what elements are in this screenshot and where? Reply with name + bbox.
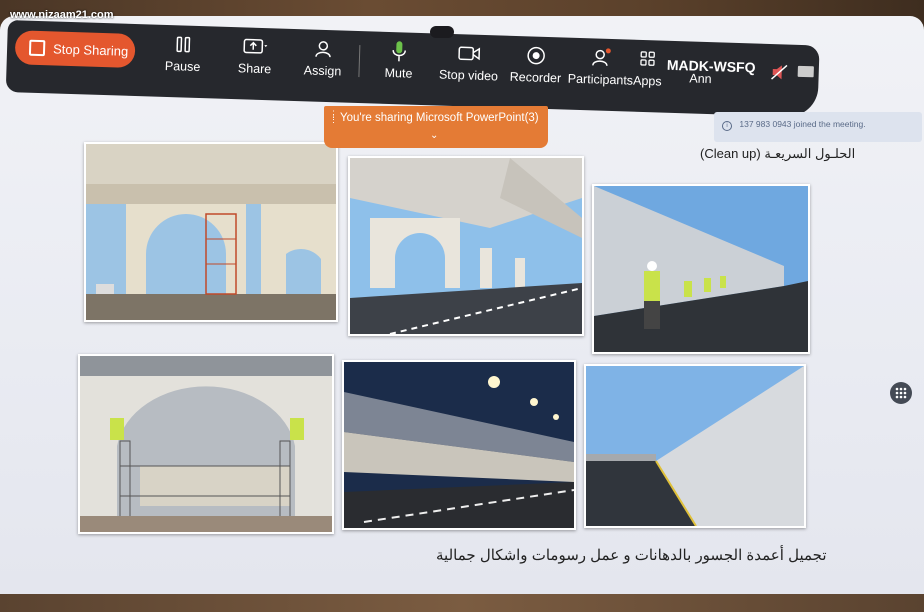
video-camera-icon	[431, 41, 508, 65]
assign-button[interactable]: Assign	[290, 37, 355, 79]
recorder-label: Recorder	[509, 69, 562, 86]
share-screen-icon	[223, 35, 288, 59]
apps-button[interactable]: Apps	[622, 47, 673, 89]
screen-icon[interactable]	[796, 65, 815, 85]
pause-label: Pause	[164, 58, 201, 75]
photo-long-wall	[584, 364, 806, 528]
share-label: Share	[237, 61, 272, 77]
stop-sharing-button[interactable]: Stop Sharing	[14, 30, 136, 68]
sharing-banner[interactable]: ⋮ ⋮ You're sharing Microsoft PowerPoint(3…	[324, 106, 548, 148]
join-notification: i 137 983 0943 joined the meeting.	[714, 112, 922, 142]
chevron-down-icon[interactable]: ⌄	[430, 130, 438, 141]
photo-wall-workers	[592, 184, 810, 354]
join-notification-text: 137 983 0943 joined the meeting.	[739, 119, 866, 129]
pause-button[interactable]: Pause	[150, 33, 215, 75]
info-icon: i	[722, 121, 732, 131]
photo-bridge-underpass	[348, 156, 584, 336]
sharing-banner-text: You're sharing Microsoft PowerPoint(3)	[340, 112, 539, 124]
watermark: www.nizaam21.com	[10, 9, 114, 21]
slide-title: الحلـول السريعـة (Clean up)	[700, 146, 856, 161]
monitor-frame-bottom	[0, 594, 924, 612]
drag-handle-icon[interactable]: ⋮ ⋮	[329, 110, 338, 124]
stop-sharing-label: Stop Sharing	[52, 40, 129, 59]
assign-label: Assign	[303, 63, 342, 79]
muted-speaker-icon[interactable]	[770, 64, 789, 86]
grid-dots-icon	[895, 387, 907, 399]
toolbar-divider	[358, 45, 361, 78]
mute-label: Mute	[384, 65, 413, 81]
stop-video-button[interactable]: Stop video	[430, 41, 507, 83]
mute-button[interactable]: Mute	[366, 39, 431, 81]
photo-arch-painting	[78, 354, 334, 534]
pause-icon	[151, 33, 216, 57]
meeting-toolbar: Stop Sharing Pause Share Assign Mute Sto…	[5, 20, 820, 118]
slide-caption: تجميل أعمدة الجسور بالدهانات و عمل رسوما…	[436, 547, 827, 564]
microphone-icon	[367, 39, 432, 63]
presentation-screen: Stop Sharing Pause Share Assign Mute Sto…	[0, 16, 924, 596]
camera-notch	[430, 26, 454, 38]
floating-grid-button[interactable]	[890, 382, 912, 404]
share-button[interactable]: Share	[222, 35, 287, 77]
meeting-id: MADK-WSFQ	[666, 56, 756, 76]
stop-square-icon	[28, 39, 46, 57]
photo-bridge-arches	[84, 142, 338, 322]
apps-label: Apps	[632, 73, 662, 89]
photo-bridge-night	[342, 360, 576, 530]
stop-video-label: Stop video	[438, 67, 499, 84]
assign-user-icon	[291, 37, 356, 61]
